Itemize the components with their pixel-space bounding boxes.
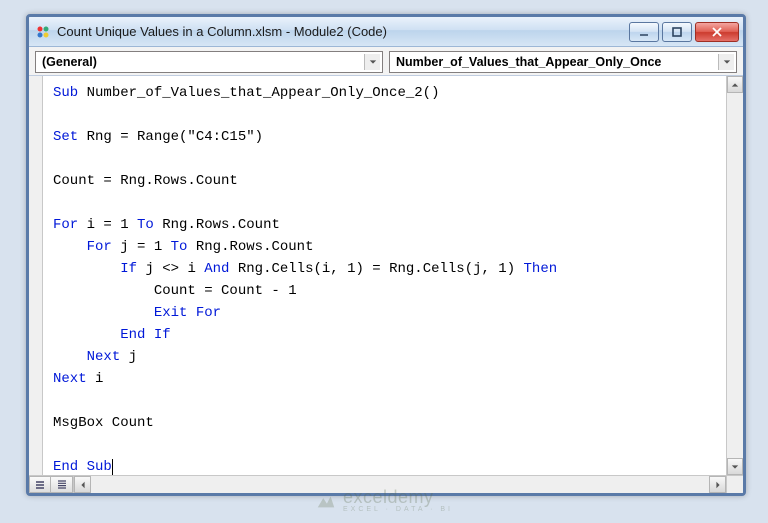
maximize-button[interactable] <box>662 22 692 42</box>
editor-margin <box>29 76 43 475</box>
horizontal-scrollbar[interactable] <box>74 476 726 493</box>
vertical-scrollbar[interactable] <box>726 76 743 475</box>
view-buttons <box>29 476 74 493</box>
titlebar[interactable]: Count Unique Values in a Column.xlsm - M… <box>29 17 743 47</box>
object-procedure-row: (General) Number_of_Values_that_Appear_O… <box>29 47 743 76</box>
procedure-dropdown[interactable]: Number_of_Values_that_Appear_Only_Once <box>389 51 737 73</box>
chevron-down-icon <box>364 54 380 70</box>
app-icon <box>35 24 51 40</box>
minimize-button[interactable] <box>629 22 659 42</box>
editor: Sub Number_of_Values_that_Appear_Only_On… <box>29 76 743 475</box>
object-dropdown[interactable]: (General) <box>35 51 383 73</box>
scroll-right-button[interactable] <box>709 476 726 493</box>
scroll-down-button[interactable] <box>727 458 743 475</box>
code-area[interactable]: Sub Number_of_Values_that_Appear_Only_On… <box>43 76 726 475</box>
scroll-track[interactable] <box>727 93 743 458</box>
bottom-bar <box>29 475 743 493</box>
close-button[interactable] <box>695 22 739 42</box>
chevron-down-icon <box>718 54 734 70</box>
watermark-tagline: EXCEL · DATA · BI <box>343 506 453 513</box>
scroll-corner <box>726 476 743 493</box>
procedure-dropdown-value: Number_of_Values_that_Appear_Only_Once <box>396 55 661 69</box>
object-dropdown-value: (General) <box>42 55 97 69</box>
scroll-up-button[interactable] <box>727 76 743 93</box>
window-title: Count Unique Values in a Column.xlsm - M… <box>57 24 623 39</box>
window-buttons <box>629 22 739 42</box>
vbe-window: Count Unique Values in a Column.xlsm - M… <box>26 14 746 496</box>
procedure-view-button[interactable] <box>29 476 51 493</box>
scroll-left-button[interactable] <box>74 476 91 493</box>
full-module-view-button[interactable] <box>51 476 73 493</box>
